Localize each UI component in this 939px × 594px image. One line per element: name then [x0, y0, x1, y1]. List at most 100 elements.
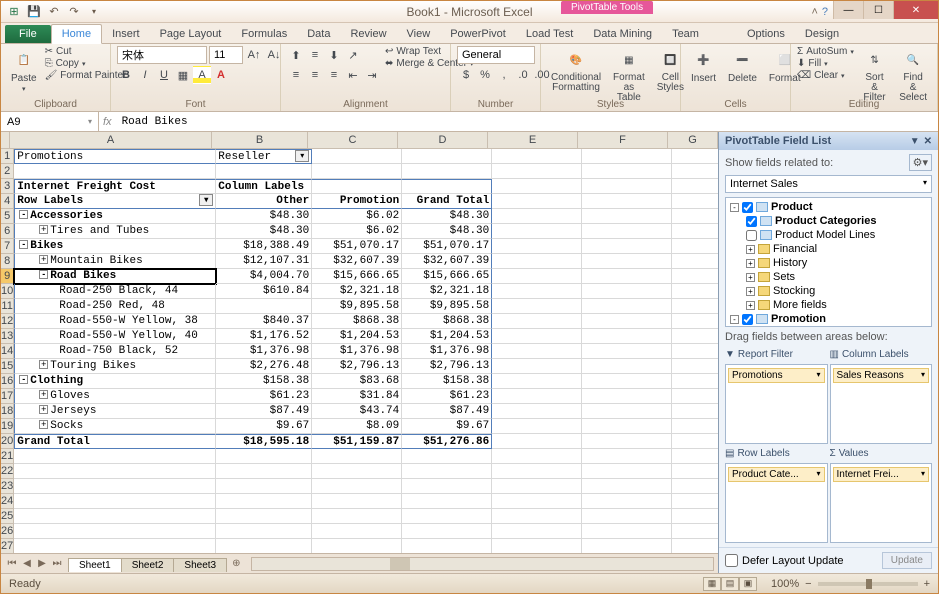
zoom-level[interactable]: 100% — [771, 578, 799, 590]
cell[interactable] — [492, 299, 582, 314]
row-header[interactable]: 8 — [1, 254, 14, 269]
cell[interactable]: $158.38 — [402, 374, 492, 389]
sheet-tab[interactable]: Sheet1 — [68, 558, 122, 572]
first-sheet-icon[interactable]: ⏮ — [5, 558, 19, 569]
row-header[interactable]: 24 — [1, 494, 14, 509]
italic-button[interactable]: I — [136, 66, 154, 84]
cell[interactable] — [582, 509, 672, 524]
cell[interactable] — [492, 254, 582, 269]
col-header[interactable]: C — [308, 132, 398, 149]
cell[interactable] — [582, 329, 672, 344]
cell[interactable] — [582, 374, 672, 389]
font-color-button[interactable]: A — [212, 66, 230, 84]
cell[interactable] — [492, 449, 582, 464]
field-list-dropdown-icon[interactable]: ▼ — [910, 136, 920, 147]
cell[interactable] — [672, 479, 718, 494]
cell[interactable]: $18,388.49 — [216, 239, 312, 254]
cell[interactable] — [492, 284, 582, 299]
cell[interactable]: $15,666.65 — [312, 269, 402, 284]
cell[interactable] — [672, 389, 718, 404]
cell[interactable] — [672, 149, 718, 164]
cell[interactable] — [582, 179, 672, 194]
cell[interactable]: $9,895.58 — [312, 299, 402, 314]
cell[interactable] — [14, 524, 216, 539]
row-header[interactable]: 23 — [1, 479, 14, 494]
cell[interactable]: $48.30 — [402, 224, 492, 239]
cell[interactable]: $1,376.98 — [402, 344, 492, 359]
cell[interactable]: Grand Total — [402, 194, 492, 209]
cell[interactable] — [672, 179, 718, 194]
grow-font-icon[interactable]: A↑ — [245, 46, 263, 64]
col-header[interactable]: G — [668, 132, 718, 149]
conditional-formatting-button[interactable]: 🎨Conditional Formatting — [547, 46, 605, 95]
tab-loadtest[interactable]: Load Test — [516, 25, 584, 43]
tab-powerpivot[interactable]: PowerPivot — [440, 25, 516, 43]
cell[interactable] — [312, 464, 402, 479]
cell[interactable] — [582, 149, 672, 164]
cell[interactable] — [492, 344, 582, 359]
col-header[interactable]: F — [578, 132, 668, 149]
cell[interactable]: $2,796.13 — [312, 359, 402, 374]
cell[interactable]: $51,070.17 — [402, 239, 492, 254]
column-labels-zone[interactable]: Sales Reasons — [830, 364, 933, 444]
insert-cells-button[interactable]: ➕Insert — [687, 46, 720, 86]
cell[interactable]: Road-550-W Yellow, 38 — [14, 314, 216, 329]
row-header[interactable]: 27 — [1, 539, 14, 553]
cell[interactable]: Internet Freight Cost — [14, 179, 216, 194]
cell[interactable] — [402, 449, 492, 464]
cell[interactable] — [402, 464, 492, 479]
cell[interactable] — [14, 494, 216, 509]
cell[interactable] — [216, 509, 312, 524]
cell[interactable]: $8.09 — [312, 419, 402, 434]
row-header[interactable]: 6 — [1, 224, 14, 239]
cell[interactable] — [312, 164, 402, 179]
cell[interactable] — [582, 314, 672, 329]
tree-item[interactable]: +History — [728, 256, 929, 270]
cell[interactable] — [582, 164, 672, 179]
cell[interactable] — [582, 539, 672, 553]
fill-color-button[interactable]: A — [193, 66, 211, 84]
cell[interactable]: $87.49 — [402, 404, 492, 419]
cell[interactable] — [582, 524, 672, 539]
cell[interactable] — [402, 524, 492, 539]
cell[interactable]: $6.02 — [312, 224, 402, 239]
cell[interactable] — [492, 239, 582, 254]
cell[interactable] — [672, 329, 718, 344]
close-button[interactable]: ✕ — [893, 1, 938, 19]
cell[interactable]: +Touring Bikes — [14, 359, 216, 374]
cell[interactable] — [402, 179, 492, 194]
tab-data[interactable]: Data — [297, 25, 340, 43]
cell[interactable] — [216, 464, 312, 479]
related-table-select[interactable]: Internet Sales — [725, 175, 932, 193]
cell[interactable] — [402, 494, 492, 509]
cell[interactable] — [14, 539, 216, 553]
cell[interactable]: $87.49 — [216, 404, 312, 419]
cell[interactable]: Promotions — [14, 149, 216, 164]
cell[interactable]: $868.38 — [402, 314, 492, 329]
values-zone[interactable]: Internet Frei... — [830, 463, 933, 543]
cell[interactable] — [582, 404, 672, 419]
cell[interactable]: -Accessories — [14, 209, 216, 224]
cell[interactable] — [672, 224, 718, 239]
row-header[interactable]: 14 — [1, 344, 14, 359]
cell[interactable] — [492, 509, 582, 524]
cell[interactable]: $61.23 — [402, 389, 492, 404]
col-header[interactable]: E — [488, 132, 578, 149]
col-header[interactable]: A — [10, 132, 212, 149]
defer-checkbox[interactable] — [725, 554, 738, 567]
row-header[interactable]: 11 — [1, 299, 14, 314]
col-header[interactable]: D — [398, 132, 488, 149]
cell[interactable] — [672, 539, 718, 553]
bold-button[interactable]: B — [117, 66, 135, 84]
cell[interactable] — [672, 314, 718, 329]
horizontal-scrollbar[interactable] — [251, 557, 715, 571]
number-format-select[interactable]: General — [457, 46, 535, 64]
cell[interactable]: $2,321.18 — [312, 284, 402, 299]
cell[interactable]: $610.84 — [216, 284, 312, 299]
cell[interactable]: $868.38 — [312, 314, 402, 329]
percent-icon[interactable]: % — [476, 66, 494, 84]
cell[interactable] — [582, 449, 672, 464]
cell[interactable] — [492, 314, 582, 329]
cell[interactable] — [582, 299, 672, 314]
update-button[interactable]: Update — [882, 552, 932, 569]
